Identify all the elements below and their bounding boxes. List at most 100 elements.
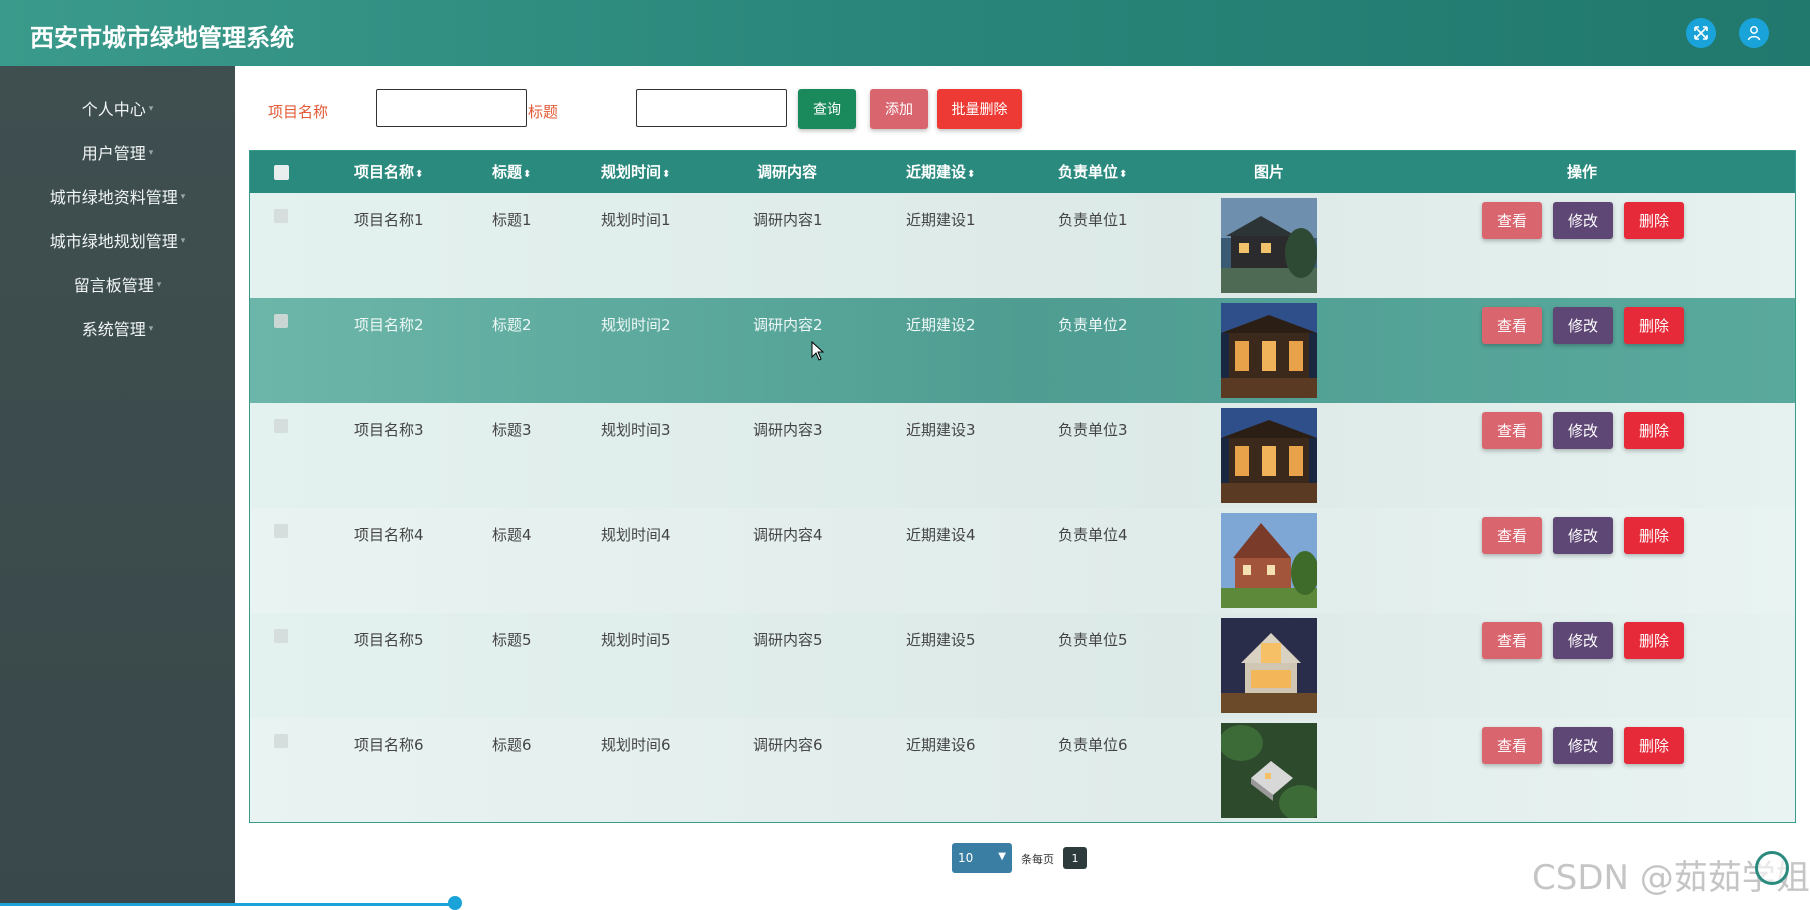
cell-project: 项目名称5 (354, 631, 424, 649)
row-image (1221, 618, 1317, 713)
page-size-value: 10 (958, 851, 974, 865)
edit-button[interactable]: 修改 (1553, 622, 1613, 659)
add-button[interactable]: 添加 (870, 89, 928, 129)
sidebar-item-label: 城市绿地资料管理 (49, 188, 178, 207)
edit-button[interactable]: 修改 (1553, 307, 1613, 344)
edit-button[interactable]: 修改 (1553, 517, 1613, 554)
cell-title: 标题1 (492, 211, 532, 229)
cell-unit: 负责单位4 (1058, 526, 1128, 544)
cell-research: 调研内容6 (753, 736, 823, 754)
page-number-current[interactable]: 1 (1063, 847, 1087, 869)
row-image (1221, 303, 1317, 398)
column-header-research: 调研内容 (757, 163, 818, 181)
column-header-title[interactable]: 标题⬍ (492, 151, 531, 193)
sidebar-item-user-management[interactable]: 用户管理 ▾ (0, 130, 235, 174)
user-icon[interactable] (1739, 18, 1769, 48)
cell-plan-time: 规划时间6 (601, 736, 671, 754)
fullscreen-icon[interactable] (1686, 18, 1716, 48)
sidebar-item-greenland-data[interactable]: 城市绿地资料管理 ▾ (0, 174, 235, 218)
cell-title: 标题2 (492, 316, 532, 334)
table-row[interactable]: 项目名称4 标题4 规划时间4 调研内容4 近期建设4 负责单位4 查看 修改 … (250, 508, 1795, 613)
row-checkbox[interactable] (274, 419, 288, 433)
sidebar-item-label: 个人中心 (81, 100, 146, 119)
delete-button[interactable]: 删除 (1624, 202, 1684, 239)
caret-down-icon: ▾ (180, 236, 186, 246)
sort-icon: ⬍ (662, 169, 671, 180)
view-button[interactable]: 查看 (1482, 727, 1542, 764)
column-header-project[interactable]: 项目名称⬍ (354, 151, 423, 193)
delete-button[interactable]: 删除 (1624, 517, 1684, 554)
sidebar-item-label: 城市绿地规划管理 (49, 232, 178, 251)
cell-unit: 负责单位5 (1058, 631, 1128, 649)
sort-icon: ⬍ (523, 169, 532, 180)
delete-button[interactable]: 删除 (1624, 727, 1684, 764)
column-header-construction[interactable]: 近期建设⬍ (906, 151, 975, 193)
cell-unit: 负责单位3 (1058, 421, 1128, 439)
cell-construction: 近期建设2 (906, 316, 976, 334)
select-all-checkbox[interactable] (274, 165, 289, 180)
sidebar-item-message-board[interactable]: 留言板管理 ▾ (0, 262, 235, 306)
row-checkbox[interactable] (274, 209, 288, 223)
view-button[interactable]: 查看 (1482, 517, 1542, 554)
table-row[interactable]: 项目名称3 标题3 规划时间3 调研内容3 近期建设3 负责单位3 查看 修改 … (250, 403, 1795, 508)
sidebar: 个人中心 ▾ 用户管理 ▾ 城市绿地资料管理 ▾ 城市绿地规划管理 ▾ 留言板管理 ▾ 系… (0, 66, 235, 906)
view-button[interactable]: 查看 (1482, 412, 1542, 449)
column-header-unit[interactable]: 负责单位⬍ (1058, 151, 1127, 193)
project-name-input[interactable] (376, 89, 527, 127)
caret-down-icon: ▾ (148, 324, 154, 334)
chevron-down-icon: ▼ (998, 851, 1006, 862)
cell-unit: 负责单位2 (1058, 316, 1128, 334)
row-checkbox[interactable] (274, 629, 288, 643)
batch-delete-button[interactable]: 批量删除 (937, 89, 1022, 129)
column-header-plan-time[interactable]: 规划时间⬍ (601, 151, 670, 193)
app-title: 西安市城市绿地管理系统 (30, 24, 294, 52)
view-button[interactable]: 查看 (1482, 622, 1542, 659)
sidebar-item-greenland-planning[interactable]: 城市绿地规划管理 ▾ (0, 218, 235, 262)
sidebar-item-personal-center[interactable]: 个人中心 ▾ (0, 86, 235, 130)
cell-construction: 近期建设1 (906, 211, 976, 229)
cell-research: 调研内容3 (753, 421, 823, 439)
row-checkbox[interactable] (274, 314, 288, 328)
table-row[interactable]: 项目名称5 标题5 规划时间5 调研内容5 近期建设5 负责单位5 查看 修改 … (250, 613, 1795, 718)
caret-down-icon: ▾ (180, 192, 186, 202)
row-image (1221, 513, 1317, 608)
edit-button[interactable]: 修改 (1553, 727, 1613, 764)
sidebar-item-system-management[interactable]: 系统管理 ▾ (0, 306, 235, 350)
delete-button[interactable]: 删除 (1624, 622, 1684, 659)
table-header: 项目名称⬍ 标题⬍ 规划时间⬍ 调研内容 近期建设⬍ 负责单位⬍ 图片 操作 (250, 151, 1795, 193)
delete-button[interactable]: 删除 (1624, 412, 1684, 449)
row-checkbox[interactable] (274, 524, 288, 538)
caret-down-icon: ▾ (148, 104, 154, 114)
page-size-select[interactable]: 10 ▼ (952, 843, 1012, 873)
cell-construction: 近期建设6 (906, 736, 976, 754)
cell-unit: 负责单位1 (1058, 211, 1128, 229)
view-button[interactable]: 查看 (1482, 307, 1542, 344)
cell-project: 项目名称6 (354, 736, 424, 754)
sidebar-item-label: 系统管理 (81, 320, 146, 339)
edit-button[interactable]: 修改 (1553, 412, 1613, 449)
edit-button[interactable]: 修改 (1553, 202, 1613, 239)
sort-icon: ⬍ (967, 169, 976, 180)
table-row[interactable]: 项目名称6 标题6 规划时间6 调研内容6 近期建设6 负责单位6 查看 修改 … (250, 718, 1795, 822)
top-header: 西安市城市绿地管理系统 (0, 0, 1810, 66)
back-to-top-icon[interactable] (1755, 851, 1789, 885)
project-name-label: 项目名称 (268, 103, 329, 121)
table-row[interactable]: 项目名称2 标题2 规划时间2 调研内容2 近期建设2 负责单位2 查看 修改 … (250, 298, 1795, 403)
column-header-image: 图片 (1254, 163, 1285, 181)
query-button[interactable]: 查询 (798, 89, 856, 129)
cell-title: 标题4 (492, 526, 532, 544)
title-input[interactable] (636, 89, 787, 127)
scrollbar-handle[interactable] (448, 896, 462, 910)
cell-construction: 近期建设3 (906, 421, 976, 439)
cell-project: 项目名称4 (354, 526, 424, 544)
delete-button[interactable]: 删除 (1624, 307, 1684, 344)
cell-plan-time: 规划时间3 (601, 421, 671, 439)
cell-title: 标题6 (492, 736, 532, 754)
cell-title: 标题3 (492, 421, 532, 439)
cell-project: 项目名称2 (354, 316, 424, 334)
cell-plan-time: 规划时间1 (601, 211, 671, 229)
view-button[interactable]: 查看 (1482, 202, 1542, 239)
caret-down-icon: ▾ (156, 280, 162, 290)
row-checkbox[interactable] (274, 734, 288, 748)
table-row[interactable]: 项目名称1 标题1 规划时间1 调研内容1 近期建设1 负责单位1 查看 修改 … (250, 193, 1795, 298)
